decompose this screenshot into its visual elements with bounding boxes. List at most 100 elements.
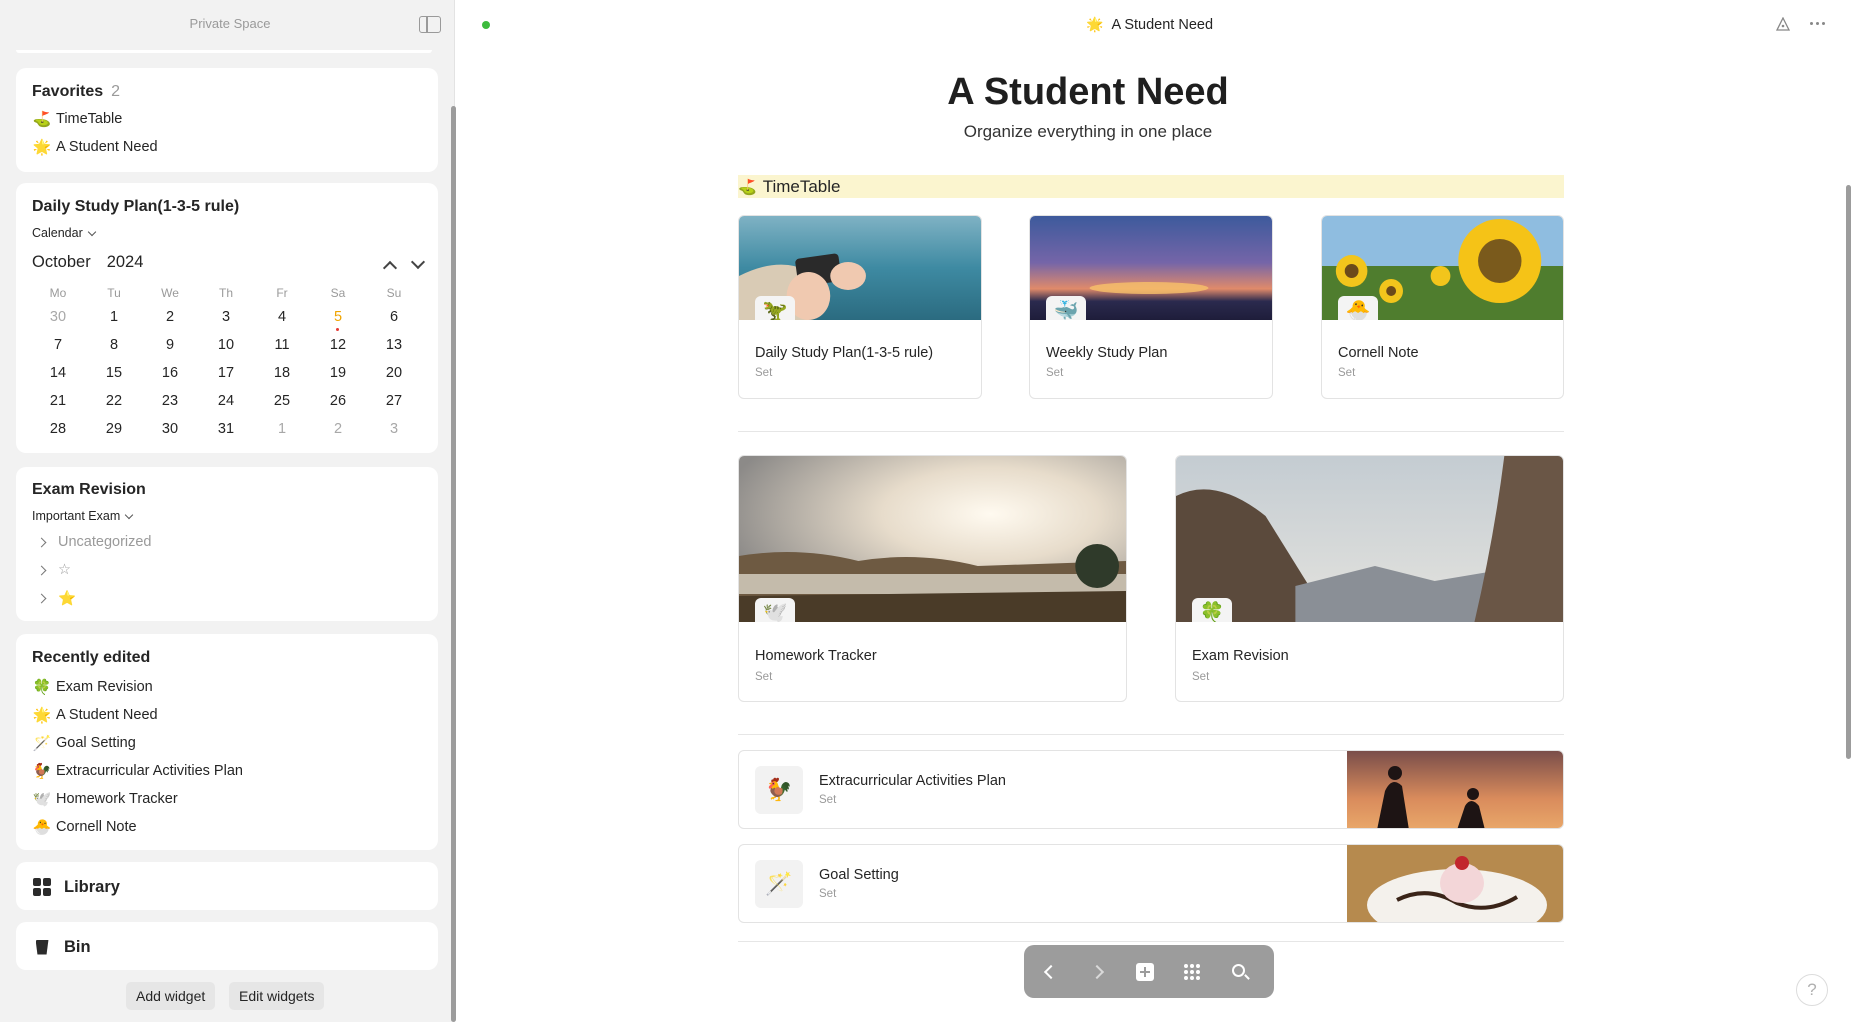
recent-item[interactable]: 🐓 Extracurricular Activities Plan [32,760,243,782]
calendar-day[interactable]: 27 [366,391,422,419]
cover-image-lake-sun [739,456,1126,622]
calendar-day[interactable]: 25 [254,391,310,419]
more-icon[interactable] [1810,22,1825,25]
calendar-day[interactable]: 30 [142,419,198,447]
calendar-day[interactable]: 19 [310,363,366,391]
library-link[interactable]: Library [16,862,438,910]
main-scrollbar[interactable] [1846,185,1851,759]
calendar-day[interactable]: 3 [198,307,254,335]
calendar-day[interactable]: 15 [86,363,142,391]
chevron-right-icon[interactable] [36,565,47,575]
calendar-view-selector[interactable]: Calendar [32,226,96,240]
calendar-day[interactable]: 11 [254,335,310,363]
list-card-title: Extracurricular Activities Plan [819,773,1006,789]
card-homework-tracker[interactable]: 🕊️ Homework Tracker Set [738,455,1127,702]
chevron-right-icon[interactable] [36,537,47,547]
recent-item[interactable]: 🍀 Exam Revision [32,676,153,698]
exam-group-star[interactable]: ⭐ [32,587,76,609]
calendar-day[interactable]: 14 [30,363,86,391]
exam-group-star-empty[interactable]: ☆ [32,559,71,581]
document-header-title[interactable]: 🌟 A Student Need [1086,16,1213,33]
exam-widget-title[interactable]: Exam Revision [32,481,146,499]
dove-icon: 🕊️ [755,598,795,622]
help-button[interactable]: ? [1796,974,1828,1006]
calendar-day[interactable]: 24 [198,391,254,419]
calendar-day[interactable]: 6 [366,307,422,335]
exam-group-uncategorized[interactable]: Uncategorized [32,531,152,553]
calendar-day[interactable]: 28 [30,419,86,447]
favorite-item-timetable[interactable]: ⛳ TimeTable [32,108,123,130]
calendar-day[interactable]: 29 [86,419,142,447]
calendar-day[interactable]: 3 [366,419,422,447]
calendar-day[interactable]: 1 [254,419,310,447]
calendar-day[interactable]: 13 [366,335,422,363]
calendar-day[interactable]: 31 [198,419,254,447]
exam-view-selector[interactable]: Important Exam [32,509,134,523]
back-button[interactable] [1036,959,1062,985]
calendar-day[interactable]: 2 [142,307,198,335]
calendar-day[interactable]: 17 [198,363,254,391]
card-weekly-study-plan[interactable]: 🐳 Weekly Study Plan Set [1029,215,1273,399]
calendar-day[interactable]: 30 [30,307,86,335]
calendar-day[interactable]: 21 [30,391,86,419]
list-card-goal-setting[interactable]: 🪄 Goal Setting Set [738,844,1564,923]
graph-icon[interactable] [1776,17,1790,31]
calendar-day[interactable]: 1 [86,307,142,335]
recent-item-label: Exam Revision [56,679,153,695]
recent-item[interactable]: 🐣 Cornell Note [32,816,137,838]
star-outline-icon: ☆ [58,562,71,578]
edit-widgets-button[interactable]: Edit widgets [229,982,325,1010]
calendar-day[interactable]: 16 [142,363,198,391]
dots-grid-icon [1184,964,1200,980]
page-subtitle[interactable]: Organize everything in one place [738,122,1438,142]
timetable-link-row[interactable]: ⛳ TimeTable [738,175,1564,198]
sidebar-toggle-icon[interactable] [419,16,441,33]
chevron-up-icon[interactable] [382,260,398,276]
chick-icon: 🐣 [1338,296,1378,320]
calendar-month-year: October 2024 [32,253,143,272]
calendar-day[interactable]: 9 [142,335,198,363]
calendar-day[interactable]: 26 [310,391,366,419]
page-title[interactable]: A Student Need [738,71,1438,114]
card-exam-revision[interactable]: 🍀 Exam Revision Set [1175,455,1564,702]
card-type: Set [1046,367,1064,379]
calendar-day-today[interactable]: 5 [310,307,366,335]
list-card-type: Set [819,888,837,900]
favorite-item-student-need[interactable]: 🌟 A Student Need [32,136,158,158]
bin-link[interactable]: Bin [16,922,438,970]
favorites-widget: Favorites 2 ⛳ TimeTable 🌟 A Student Need [16,68,438,172]
forward-button[interactable] [1086,959,1112,985]
dove-icon: 🕊️ [32,791,52,808]
list-card-extracurricular[interactable]: 🐓 Extracurricular Activities Plan Set [738,750,1564,829]
add-widget-button[interactable]: Add widget [126,982,216,1010]
recent-item[interactable]: 🕊️ Homework Tracker [32,788,178,810]
calendar-day[interactable]: 8 [86,335,142,363]
calendar-day[interactable]: 18 [254,363,310,391]
calendar-day[interactable]: 20 [366,363,422,391]
calendar-day[interactable]: 4 [254,307,310,335]
card-cornell-note[interactable]: 🐣 Cornell Note Set [1321,215,1564,399]
calendar-day[interactable]: 2 [310,419,366,447]
calendar-day[interactable]: 22 [86,391,142,419]
card-title: Weekly Study Plan [1046,345,1168,361]
plus-square-icon [1136,963,1154,981]
recent-item[interactable]: 🪄 Goal Setting [32,732,136,754]
card-daily-study-plan[interactable]: 🦖 Daily Study Plan(1-3-5 rule) Set [738,215,982,399]
chevron-right-icon[interactable] [36,593,47,603]
recent-item[interactable]: 🌟 A Student Need [32,704,158,726]
library-label: Library [64,877,120,896]
new-object-button[interactable] [1132,959,1158,985]
recent-title[interactable]: Recently edited [32,649,150,667]
search-button[interactable] [1227,959,1253,985]
favorites-title[interactable]: Favorites 2 [32,83,120,101]
calendar-day[interactable]: 23 [142,391,198,419]
calendar-day[interactable]: 7 [30,335,86,363]
space-name[interactable]: Private Space [0,16,460,31]
chevron-down-icon[interactable] [410,254,426,270]
calendar-day[interactable]: 10 [198,335,254,363]
calendar-month[interactable]: October [32,253,91,271]
widgets-button[interactable] [1179,959,1205,985]
calendar-day[interactable]: 12 [310,335,366,363]
calendar-widget-title[interactable]: Daily Study Plan(1-3-5 rule) [32,198,239,216]
calendar-year[interactable]: 2024 [107,253,144,271]
